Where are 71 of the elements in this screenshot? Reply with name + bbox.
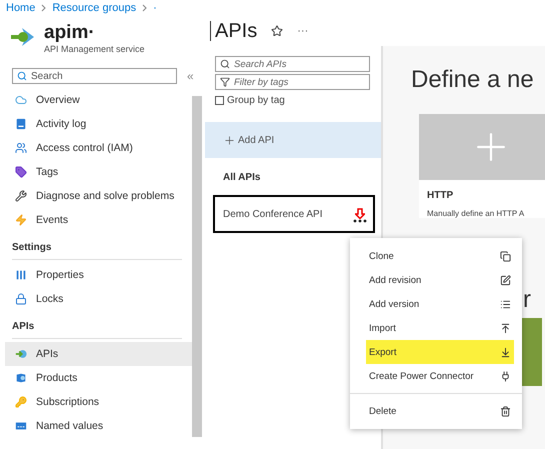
trash-icon <box>500 406 511 416</box>
upload-icon <box>500 322 511 334</box>
search-icon <box>220 59 230 69</box>
tag-icon <box>15 166 27 178</box>
menu-item[interactable]: Export <box>366 340 514 364</box>
menu-item[interactable]: Clone <box>366 244 514 268</box>
api-type-card[interactable]: HTTP Manually define an HTTP A <box>419 114 545 218</box>
section-heading: APIs <box>12 311 182 339</box>
plus-icon <box>223 134 236 146</box>
sidebar-item[interactable]: Subscriptions <box>5 390 192 414</box>
wrench-icon <box>15 190 27 202</box>
api-icon <box>15 348 27 360</box>
collapse-button[interactable]: « <box>187 69 194 83</box>
sidebar-item[interactable]: APIs <box>5 342 192 366</box>
scrollbar[interactable] <box>192 96 202 437</box>
menu-item[interactable]: Delete <box>366 399 514 423</box>
sidebar-item[interactable]: Products <box>5 366 192 390</box>
search-field[interactable]: Search <box>12 68 177 84</box>
people-icon <box>15 142 27 154</box>
key-icon <box>15 396 27 408</box>
list-icon <box>500 298 511 310</box>
menu-item[interactable]: Import <box>366 316 514 340</box>
sidebar-item[interactable]: Activity log <box>5 112 192 136</box>
card-description: Manually define an HTTP A <box>426 208 526 218</box>
chevron-icon <box>142 4 148 12</box>
sidebar-item[interactable]: Events <box>5 208 192 232</box>
search-field[interactable]: Search APIs <box>215 56 370 72</box>
lightning-icon <box>15 214 27 226</box>
card-title: HTTP <box>426 189 454 201</box>
ellipsis-icon <box>353 218 367 222</box>
lock-icon <box>15 293 27 305</box>
group-by-tag-checkbox[interactable]: Group by tag <box>215 95 381 106</box>
sidebar-item[interactable]: Properties <box>5 263 192 287</box>
section-heading: Settings <box>12 232 182 260</box>
plug-icon <box>500 370 511 382</box>
more-button[interactable] <box>353 208 367 222</box>
breadcrumb-link[interactable]: Resource groups <box>52 2 136 14</box>
edit-icon <box>500 274 511 286</box>
filter-icon <box>220 77 230 87</box>
list-heading: All APIs <box>222 171 262 183</box>
sidebar-item[interactable]: Tags <box>5 160 192 184</box>
service-logo <box>10 26 36 48</box>
add-api-button[interactable]: Add API <box>223 134 274 146</box>
log-icon <box>15 118 27 130</box>
breadcrumb-link[interactable]: Home <box>6 2 36 14</box>
filter-field[interactable]: Filter by tags <box>215 74 370 90</box>
more-button[interactable]: ··· <box>297 25 308 37</box>
sidebar-item[interactable]: Access control (IAM) <box>5 136 192 160</box>
download-icon <box>500 346 511 358</box>
sidebar-item[interactable]: Locks <box>5 287 192 311</box>
menu-item[interactable]: Add revision <box>366 268 514 292</box>
api-list-item[interactable]: Demo Conference API <box>213 195 375 233</box>
breadcrumb-link[interactable]: · <box>153 2 157 14</box>
menu-item[interactable]: Add version <box>366 292 514 316</box>
sidebar-item[interactable]: Overview <box>5 88 192 112</box>
copy-icon <box>500 250 511 262</box>
sidebar-item[interactable]: Named values <box>5 414 192 438</box>
cloud-icon <box>15 94 27 106</box>
chevron-icon <box>41 4 46 12</box>
section-title: Define a ne <box>411 66 534 94</box>
arrow-down-icon <box>355 208 365 218</box>
service-subtitle: API Management service <box>44 44 145 54</box>
bars-icon <box>15 269 27 281</box>
page-title: APIs <box>210 21 258 41</box>
menu-item[interactable]: Create Power Connector <box>366 364 514 388</box>
search-icon <box>17 71 27 81</box>
section-title: r <box>523 286 531 314</box>
card-image <box>522 318 542 386</box>
star-icon[interactable] <box>271 25 284 37</box>
sidebar-item[interactable]: Diagnose and solve problems <box>5 184 192 208</box>
service-name: apim· <box>44 22 96 44</box>
